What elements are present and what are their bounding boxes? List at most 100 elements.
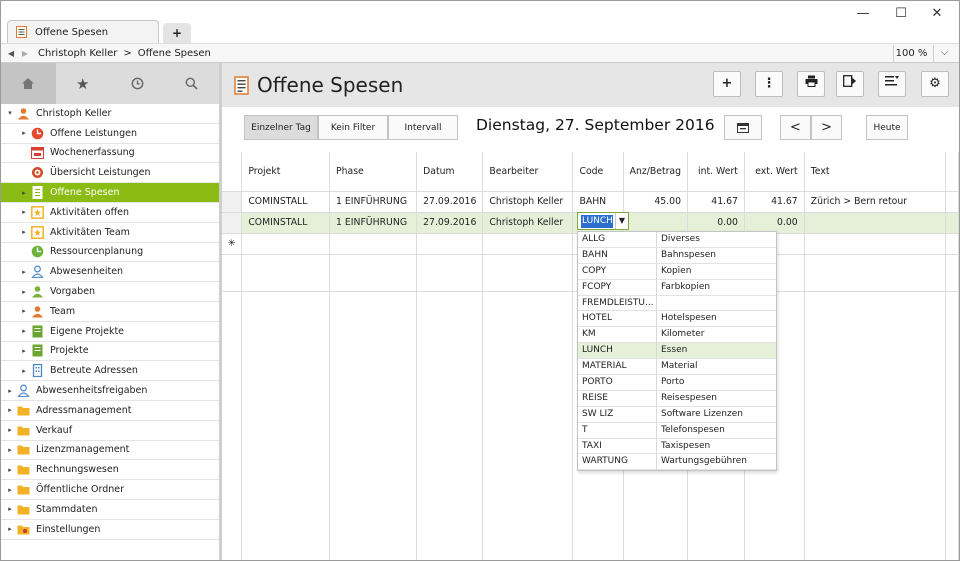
sidebar-item[interactable]: ▸ Eigene Projekte [1, 322, 219, 342]
chevron-right-icon[interactable]: ▸ [19, 268, 29, 276]
back-icon[interactable]: ◀ [4, 49, 18, 58]
chevron-right-icon[interactable]: ▸ [5, 466, 15, 474]
more-button[interactable]: ⋮ [755, 71, 783, 97]
filter-none[interactable]: Kein Filter [318, 115, 388, 140]
cell-anz-betrag[interactable] [623, 212, 689, 234]
sidebar-item[interactable]: ▸ Abwesenheitsfreigaben [1, 381, 219, 401]
dropdown-option[interactable]: REISE Reisespesen [578, 390, 776, 407]
column-header-code[interactable]: Code [572, 152, 624, 192]
dropdown-option[interactable]: T Telefonspesen [578, 422, 776, 439]
dropdown-option[interactable]: TAXI Taxispesen [578, 438, 776, 455]
chevron-right-icon[interactable]: ▸ [19, 129, 29, 137]
chevron-right-icon[interactable]: ▸ [19, 189, 29, 197]
sidebar-item[interactable]: ▸ Offene Leistungen [1, 124, 219, 144]
column-header-anz-betrag[interactable]: Anz/Betrag [623, 152, 689, 192]
cell-ext-wert[interactable]: 41.67 [744, 191, 805, 213]
column-header-ext-wert[interactable]: ext. Wert [744, 152, 805, 192]
dropdown-option[interactable]: WARTUNG Wartungsgebühren [578, 454, 776, 471]
column-header-phase[interactable]: Phase [329, 152, 418, 192]
print-button[interactable] [797, 71, 825, 97]
chevron-right-icon[interactable]: ▸ [5, 446, 15, 454]
maximize-button[interactable]: ☐ [881, 3, 921, 25]
sidebar-item[interactable]: Übersicht Leistungen [1, 163, 219, 184]
sidebar-item[interactable]: ▸ Einstellungen [1, 520, 219, 540]
forward-icon[interactable]: ▶ [18, 49, 32, 58]
settings-button[interactable]: ⚙ [921, 71, 949, 97]
dropdown-option[interactable]: PORTO Porto [578, 375, 776, 391]
cell-int-wert[interactable]: 41.67 [687, 191, 745, 213]
dropdown-option[interactable]: KM Kilometer [578, 327, 776, 344]
chevron-right-icon[interactable]: ▸ [5, 406, 15, 414]
today-button[interactable]: Heute [866, 115, 908, 140]
column-header-int-wert[interactable]: int. Wert [687, 152, 745, 192]
sidebar-item[interactable]: ▸ Projekte [1, 342, 219, 362]
chevron-right-icon[interactable]: ▸ [19, 228, 29, 236]
previous-day-button[interactable]: < [780, 115, 811, 140]
sidebar-item[interactable]: ▸ Aktivitäten offen [1, 203, 219, 223]
sidebar-item[interactable]: Ressourcenplanung [1, 243, 219, 263]
sidebar-item[interactable]: ▸ Aktivitäten Team [1, 223, 219, 243]
cell-int-wert[interactable]: 0.00 [687, 212, 745, 234]
sidebar-item[interactable]: ▸ Team [1, 302, 219, 322]
cell-phase[interactable]: 1 EINFÜHRUNG [329, 212, 418, 234]
chevron-right-icon[interactable]: ▸ [5, 387, 15, 395]
export-button[interactable] [836, 71, 864, 97]
zoom-dropdown-icon[interactable]: ⌵ [933, 45, 955, 62]
cell-datum[interactable]: 27.09.2016 [416, 212, 484, 234]
sidebar-item[interactable]: ▸ Adressmanagement [1, 401, 219, 421]
sidebar-item[interactable]: ▸ Öffentliche Ordner [1, 480, 219, 500]
chevron-right-icon[interactable]: ▸ [5, 505, 15, 513]
chevron-right-icon[interactable]: ▸ [19, 367, 29, 375]
code-combobox-value[interactable]: LUNCH [581, 214, 613, 228]
chevron-down-icon[interactable]: ▼ [615, 213, 628, 229]
cell-text[interactable] [804, 212, 946, 234]
calendar-button[interactable] [724, 115, 762, 140]
cell-projekt[interactable]: COMINSTALL [241, 212, 331, 234]
sidebar-item[interactable]: ▸ Offene Spesen [1, 183, 219, 203]
cell-code[interactable]: BAHN [572, 191, 624, 213]
dropdown-option[interactable]: SW LIZ Software Lizenzen [578, 406, 776, 423]
breadcrumb-user[interactable]: Christoph Keller [38, 48, 117, 59]
column-header-text[interactable]: Text [804, 152, 946, 192]
cell-bearbeiter[interactable]: Christoph Keller [482, 212, 574, 234]
sidebar-item[interactable]: Wochenerfassung [1, 144, 219, 164]
minimize-button[interactable]: — [843, 3, 883, 25]
sidebar-item[interactable]: ▸ Stammdaten [1, 500, 219, 520]
chevron-right-icon[interactable]: ▸ [19, 327, 29, 335]
sidebar-item[interactable]: ▸ Vorgaben [1, 282, 219, 302]
new-tab-button[interactable]: + [163, 23, 191, 43]
dropdown-option[interactable]: FREMDLEISTU... [578, 295, 776, 312]
chevron-right-icon[interactable]: ▸ [19, 288, 29, 296]
star-icon[interactable]: ★ [56, 63, 111, 104]
sidebar-item[interactable]: ▸ Verkauf [1, 421, 219, 441]
dropdown-option[interactable]: MATERIAL Material [578, 359, 776, 376]
add-button[interactable]: + [713, 71, 741, 97]
sort-button[interactable] [878, 71, 906, 97]
cell-text[interactable]: Zürich > Bern retour [804, 191, 946, 213]
cell-anz-betrag[interactable]: 45.00 [623, 191, 689, 213]
column-header-bearbeiter[interactable]: Bearbeiter [482, 152, 574, 192]
filter-single-day[interactable]: Einzelner Tag [244, 115, 318, 140]
cell-phase[interactable]: 1 EINFÜHRUNG [329, 191, 418, 213]
column-header-datum[interactable]: Datum [416, 152, 484, 192]
sidebar-item[interactable]: ▸ Rechnungswesen [1, 460, 219, 481]
column-header-projekt[interactable]: Projekt [241, 152, 331, 192]
table-row[interactable]: COMINSTALL 1 EINFÜHRUNG 27.09.2016 Chris… [222, 191, 959, 213]
code-combobox[interactable]: LUNCH ▼ [577, 212, 629, 230]
search-icon[interactable] [165, 63, 220, 104]
dropdown-option[interactable]: FCOPY Farbkopien [578, 279, 776, 296]
next-day-button[interactable]: > [811, 115, 842, 140]
clock-icon[interactable] [110, 63, 165, 104]
dropdown-option[interactable]: HOTEL Hotelspesen [578, 311, 776, 328]
zoom-level[interactable]: 100 % [893, 45, 929, 62]
cell-ext-wert[interactable]: 0.00 [744, 212, 805, 234]
dropdown-option[interactable]: COPY Kopien [578, 263, 776, 280]
tab-offene-spesen[interactable]: Offene Spesen [7, 20, 159, 43]
sidebar-item[interactable]: ▸ Betreute Adressen [1, 361, 219, 382]
dropdown-option[interactable]: LUNCH Essen [578, 343, 776, 360]
chevron-right-icon[interactable]: ▸ [5, 486, 15, 494]
home-icon[interactable] [1, 63, 56, 104]
cell-datum[interactable]: 27.09.2016 [416, 191, 484, 213]
cell-bearbeiter[interactable]: Christoph Keller [482, 191, 574, 213]
cell-projekt[interactable]: COMINSTALL [241, 191, 331, 213]
